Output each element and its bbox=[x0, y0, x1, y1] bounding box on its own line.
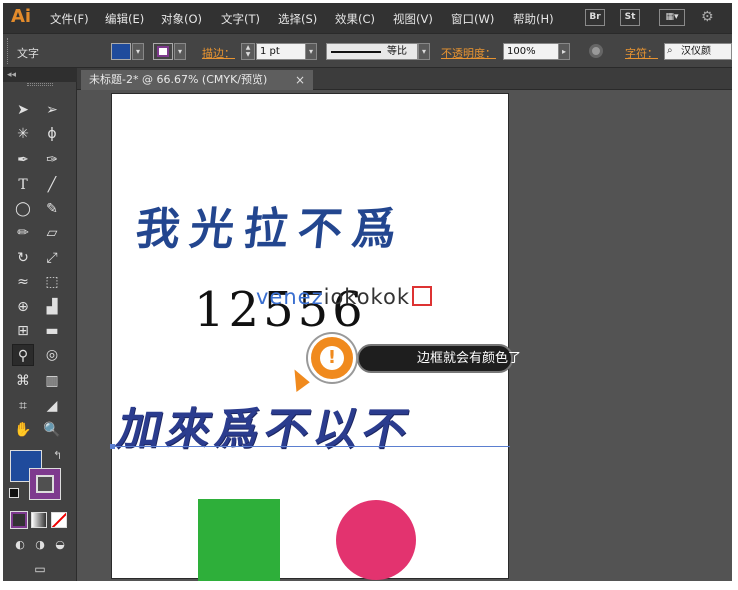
close-icon[interactable]: × bbox=[295, 70, 305, 90]
stroke-profile-field[interactable]: 等比 bbox=[326, 43, 418, 60]
document-tab-title: 未标题-2* @ 66.67% (CMYK/预览) bbox=[89, 73, 268, 86]
watermark-part-a: venez bbox=[256, 285, 324, 309]
control-bar: 文字 ▾ ▾ 描边： ▲ ▼ 1 pt ▾ 等比 ▾ 不透明度： 100% ▸ 字… bbox=[3, 33, 732, 68]
hand-tool-icon[interactable]: ✋ bbox=[12, 419, 34, 441]
document-tabbar: 未标题-2* @ 66.67% (CMYK/预览) × bbox=[77, 68, 732, 90]
tools-panel: ◂◂ ➤ ➢ ✳ ɸ ✒ ✑ T ╱ ◯ ✎ ✏ ▱ ↻ ⤢ ≈ ⬚ ⊕ ▟ ⊞… bbox=[3, 68, 77, 581]
screen-mode-icon[interactable]: ▭ bbox=[29, 558, 51, 580]
symbol-sprayer-icon[interactable]: ⌘ bbox=[12, 370, 34, 392]
alert-icon: ! bbox=[308, 334, 356, 382]
stroke-stepper[interactable]: ▲ ▼ bbox=[241, 43, 255, 60]
grip-icon bbox=[27, 83, 53, 86]
fill-dropdown[interactable]: ▾ bbox=[132, 43, 144, 60]
ellipse-tool-icon[interactable]: ◯ bbox=[12, 198, 34, 220]
watermark: veneziokokok bbox=[256, 285, 432, 309]
text-baseline bbox=[112, 446, 510, 447]
illustrator-window: Ai 文件(F) 编辑(E) 对象(O) 文字(T) 选择(S) 效果(C) 视… bbox=[3, 3, 732, 581]
opacity-field[interactable]: 100% bbox=[503, 43, 559, 60]
menu-object[interactable]: 对象(O) bbox=[161, 11, 202, 27]
perspective-grid-icon[interactable]: ▟ bbox=[41, 296, 63, 318]
eraser-icon[interactable]: ▱ bbox=[41, 222, 63, 244]
shape-builder-icon[interactable]: ⊕ bbox=[12, 296, 34, 318]
green-rectangle[interactable] bbox=[198, 499, 280, 581]
artboard[interactable]: 我光拉不爲 12556 veneziokokok 加來爲不以不 bbox=[110, 93, 510, 581]
warp-tool-icon[interactable]: ≈ bbox=[12, 271, 34, 293]
mesh-tool-icon[interactable]: ⊞ bbox=[12, 320, 34, 342]
line-tool-icon[interactable]: ╱ bbox=[41, 174, 63, 196]
document-tab[interactable]: 未标题-2* @ 66.67% (CMYK/预览) × bbox=[81, 70, 313, 90]
tool-label: 文字 bbox=[17, 47, 39, 60]
gradient-mode-icon[interactable] bbox=[31, 512, 47, 528]
tools-panel-header[interactable]: ◂◂ bbox=[3, 68, 77, 82]
stroke-swatch[interactable] bbox=[153, 43, 173, 60]
eyedropper-icon[interactable]: ⚲ bbox=[12, 344, 34, 366]
pencil-icon[interactable]: ✏ bbox=[12, 222, 34, 244]
stroke-color-box[interactable] bbox=[29, 468, 61, 500]
magic-wand-icon[interactable]: ✳ bbox=[12, 123, 34, 145]
scale-tool-icon[interactable]: ⤢ bbox=[41, 247, 63, 269]
selected-text-object[interactable]: 加來爲不以不 bbox=[112, 404, 418, 456]
app-logo: Ai bbox=[11, 6, 32, 27]
color-mode-icon[interactable] bbox=[10, 511, 28, 529]
draw-behind-icon[interactable]: ◑ bbox=[29, 534, 51, 556]
watermark-part-b: iokokok bbox=[323, 285, 410, 309]
pen-tool-icon[interactable]: ✒ bbox=[12, 149, 34, 171]
callout-tooltip: 边框就会有颜色了 bbox=[357, 344, 521, 373]
draw-normal-icon[interactable]: ◐ bbox=[9, 534, 31, 556]
graph-tool-icon[interactable]: ▥ bbox=[41, 370, 63, 392]
draw-inside-icon[interactable]: ◒ bbox=[49, 534, 71, 556]
lasso-icon[interactable]: ɸ bbox=[41, 123, 63, 145]
bridge-button[interactable]: Br bbox=[585, 9, 605, 26]
blend-tool-icon[interactable]: ◎ bbox=[41, 344, 63, 366]
canvas-workspace[interactable]: 我光拉不爲 12556 veneziokokok 加來爲不以不 边框就会有颜色了… bbox=[77, 90, 732, 581]
watermark-logo-icon bbox=[411, 286, 432, 306]
selection-tool-icon[interactable]: ➤ bbox=[12, 99, 34, 121]
free-transform-icon[interactable]: ⬚ bbox=[41, 271, 63, 293]
pink-circle[interactable] bbox=[336, 500, 416, 580]
artboard-tool-icon[interactable]: ⌗ bbox=[12, 395, 34, 417]
anchor-point[interactable] bbox=[110, 444, 115, 449]
menu-file[interactable]: 文件(F) bbox=[50, 11, 89, 27]
recolor-icon[interactable] bbox=[589, 44, 603, 58]
heading-text-object[interactable]: 我光拉不爲 bbox=[133, 202, 409, 258]
opacity-label[interactable]: 不透明度： bbox=[441, 45, 496, 61]
menu-type[interactable]: 文字(T) bbox=[221, 11, 260, 27]
grip-icon bbox=[7, 38, 10, 64]
slice-tool-icon[interactable]: ◢ bbox=[41, 395, 63, 417]
default-colors-icon[interactable] bbox=[9, 488, 19, 498]
search-icon: ⌕ bbox=[667, 45, 673, 56]
character-label[interactable]: 字符： bbox=[625, 45, 658, 61]
stroke-profile-dropdown[interactable]: ▾ bbox=[418, 43, 430, 60]
type-tool-icon[interactable]: T bbox=[12, 174, 34, 196]
stroke-weight-dropdown[interactable]: ▾ bbox=[305, 43, 317, 60]
rotate-tool-icon[interactable]: ↻ bbox=[12, 247, 34, 269]
stroke-weight-field[interactable]: 1 pt bbox=[256, 43, 306, 60]
paintbrush-icon[interactable]: ✎ bbox=[41, 198, 63, 220]
curvature-tool-icon[interactable]: ✑ bbox=[41, 149, 63, 171]
menu-help[interactable]: 帮助(H) bbox=[513, 11, 554, 27]
font-field[interactable]: 汉仪颜 bbox=[664, 43, 732, 60]
opacity-arrow[interactable]: ▸ bbox=[558, 43, 570, 60]
menu-select[interactable]: 选择(S) bbox=[278, 11, 317, 27]
menu-view[interactable]: 视图(V) bbox=[393, 11, 433, 27]
stroke-inner bbox=[36, 475, 54, 493]
stroke-dropdown[interactable]: ▾ bbox=[174, 43, 186, 60]
stroke-label[interactable]: 描边： bbox=[202, 45, 235, 61]
stock-button[interactable]: St bbox=[620, 9, 640, 26]
sync-icon[interactable]: ⚙ bbox=[701, 9, 714, 25]
fill-swatch[interactable] bbox=[111, 43, 131, 60]
gradient-tool-icon[interactable]: ▬ bbox=[41, 320, 63, 342]
menu-window[interactable]: 窗口(W) bbox=[451, 11, 494, 27]
menu-effect[interactable]: 效果(C) bbox=[335, 11, 375, 27]
swap-colors-icon[interactable]: ↰ bbox=[53, 449, 62, 462]
arrange-documents-icon[interactable]: ▦▾ bbox=[659, 9, 685, 26]
menu-bar: Ai 文件(F) 编辑(E) 对象(O) 文字(T) 选择(S) 效果(C) 视… bbox=[3, 3, 732, 33]
direct-selection-tool-icon[interactable]: ➢ bbox=[41, 99, 63, 121]
zoom-tool-icon[interactable]: 🔍 bbox=[41, 419, 63, 441]
none-mode-icon[interactable] bbox=[51, 512, 67, 528]
menu-edit[interactable]: 编辑(E) bbox=[105, 11, 144, 27]
exclamation-icon: ! bbox=[320, 346, 344, 370]
